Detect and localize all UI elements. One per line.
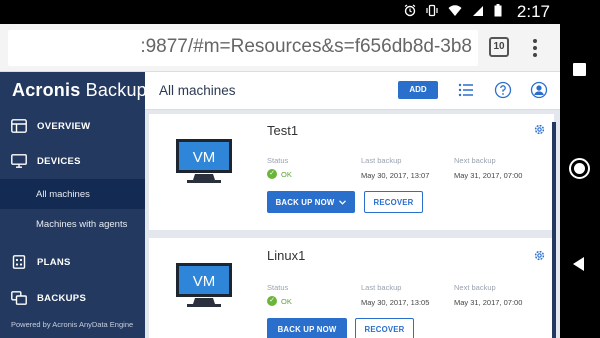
screen: 2:17 :9877/#m=Resources&s=f656db8d-3b8 1… — [0, 0, 560, 338]
status-label: Status — [267, 283, 289, 292]
vm-badge: VM — [193, 273, 216, 290]
home-icon[interactable] — [569, 158, 590, 179]
help-icon[interactable] — [494, 81, 512, 99]
sidebar-subitem-all-machines[interactable]: All machines — [0, 179, 145, 209]
recover-button[interactable]: RECOVER — [355, 318, 414, 338]
sidebar-subitem-machines-with-agents[interactable]: Machines with agents — [0, 209, 145, 239]
logo-product: Backup — [85, 80, 147, 100]
next-backup-label: Next backup — [454, 156, 496, 165]
sidebar-item-overview[interactable]: OVERVIEW — [0, 109, 145, 143]
page-header: All machines ADD — [145, 72, 560, 110]
recover-button[interactable]: RECOVER — [364, 191, 423, 213]
page-title: All machines — [159, 83, 236, 98]
sidebar-item-plans[interactable]: PLANS — [0, 245, 145, 279]
list-view-icon[interactable] — [457, 81, 475, 99]
overview-icon — [11, 119, 27, 133]
scrollbar[interactable] — [552, 122, 556, 338]
signal-icon — [473, 6, 483, 16]
url-text[interactable]: :9877/#m=Resources&s=f656db8d-3b8 — [140, 36, 472, 58]
last-backup-label: Last backup — [361, 156, 402, 165]
status-clock: 2:17 — [516, 2, 550, 21]
last-backup-label: Last backup — [361, 283, 402, 292]
vm-monitor-icon: VM — [176, 263, 232, 307]
status-badge: ✓ OK — [267, 169, 292, 179]
vm-badge: VM — [193, 149, 216, 166]
powered-by-footer: Powered by Acronis AnyData Engine — [11, 320, 134, 329]
gear-icon[interactable] — [533, 123, 546, 136]
tab-switcher-button[interactable]: 10 — [489, 37, 509, 57]
status-badge: ✓ OK — [267, 296, 292, 306]
sidebar: Acronis Backup OVERVIEW DEVICES All mach… — [0, 72, 147, 338]
system-nav-bar — [560, 0, 600, 338]
app-logo[interactable]: Acronis Backup — [12, 80, 147, 101]
chevron-down-icon — [339, 199, 347, 205]
main-content: All machines ADD VM Test1 Status Last ba… — [145, 72, 560, 338]
recents-icon[interactable] — [573, 63, 586, 76]
last-backup-value: May 30, 2017, 13:07 — [361, 171, 430, 180]
status-icons — [404, 4, 502, 17]
gear-icon[interactable] — [533, 249, 546, 262]
vm-monitor-icon: VM — [176, 139, 232, 183]
url-bar[interactable]: :9877/#m=Resources&s=f656db8d-3b8 — [8, 30, 478, 66]
plans-icon — [12, 255, 26, 269]
back-up-now-button[interactable]: BACK UP NOW — [267, 318, 347, 338]
monitor-icon — [11, 154, 27, 168]
check-icon: ✓ — [267, 296, 277, 306]
next-backup-value: May 31, 2017, 07:00 — [454, 298, 523, 307]
sidebar-item-devices[interactable]: DEVICES — [0, 144, 145, 178]
sidebar-item-backups[interactable]: BACKUPS — [0, 281, 145, 315]
machine-card[interactable]: VM Linux1 Status Last backup Next backup… — [149, 238, 554, 338]
battery-icon — [494, 4, 502, 17]
add-button[interactable]: ADD — [398, 81, 438, 99]
wifi-icon — [448, 5, 462, 16]
back-up-now-label: BACK UP NOW — [275, 197, 335, 207]
sidebar-item-label: PLANS — [37, 256, 71, 268]
browser-toolbar: :9877/#m=Resources&s=f656db8d-3b8 10 — [0, 24, 560, 72]
back-icon[interactable] — [573, 257, 584, 271]
status-label: Status — [267, 156, 289, 165]
account-icon[interactable] — [530, 81, 548, 99]
machine-card[interactable]: VM Test1 Status Last backup Next backup … — [149, 114, 554, 230]
machine-name[interactable]: Linux1 — [267, 248, 305, 263]
next-backup-label: Next backup — [454, 283, 496, 292]
machine-name[interactable]: Test1 — [267, 123, 298, 138]
status-value: OK — [281, 169, 292, 179]
vibrate-icon — [426, 4, 438, 17]
back-up-now-button[interactable]: BACK UP NOW — [267, 191, 355, 213]
last-backup-value: May 30, 2017, 13:05 — [361, 298, 430, 307]
next-backup-value: May 31, 2017, 07:00 — [454, 171, 523, 180]
browser-menu-icon[interactable] — [528, 36, 542, 60]
logo-brand: Acronis — [12, 80, 81, 100]
backups-icon — [11, 291, 27, 305]
alarm-icon — [404, 4, 416, 17]
status-value: OK — [281, 296, 292, 306]
sidebar-item-label: OVERVIEW — [37, 120, 91, 132]
status-bar: 2:17 — [0, 0, 560, 24]
check-icon: ✓ — [267, 169, 277, 179]
sidebar-item-label: BACKUPS — [37, 292, 87, 304]
sidebar-item-label: DEVICES — [37, 155, 81, 167]
